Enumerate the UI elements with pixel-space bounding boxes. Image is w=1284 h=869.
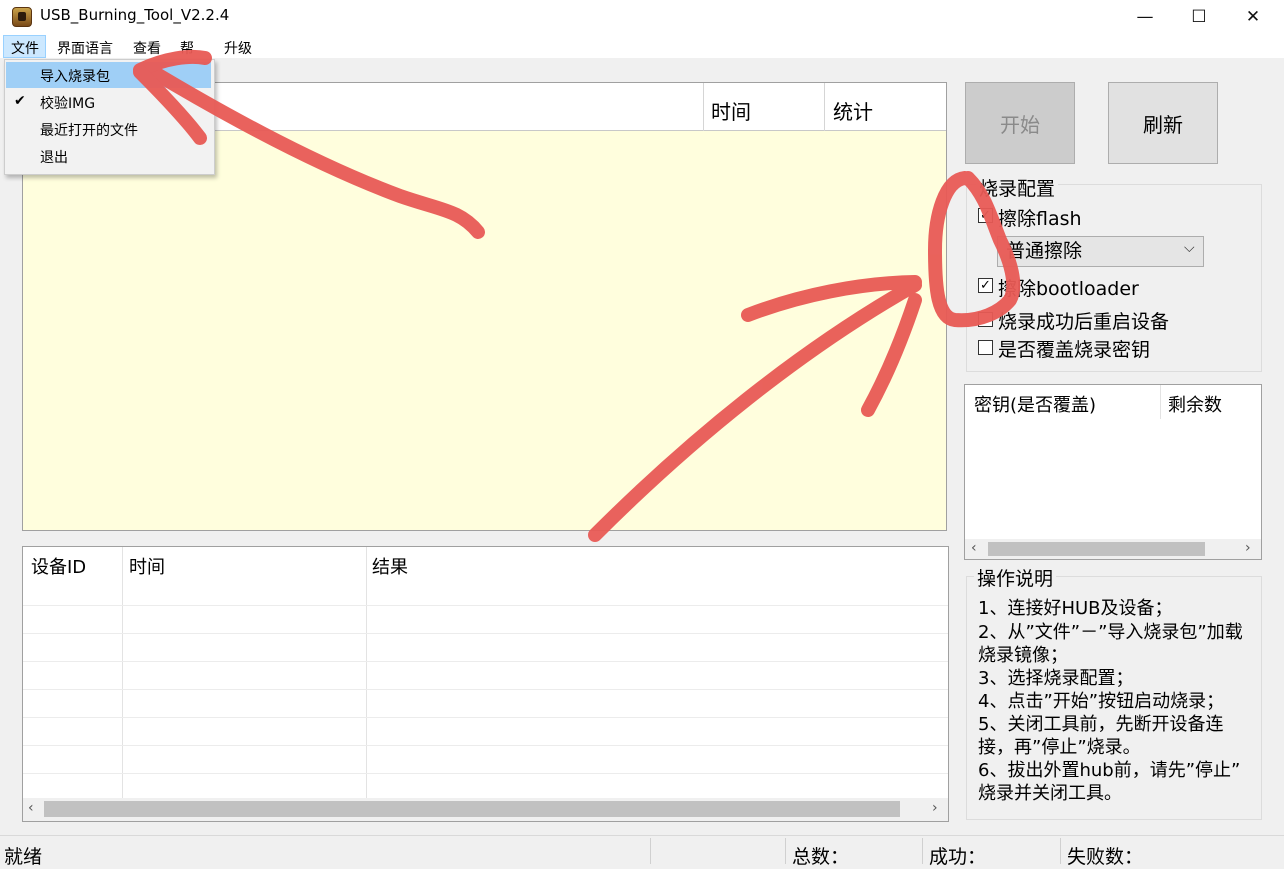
erase-flash-label[interactable]: 擦除flash xyxy=(998,204,1082,231)
grid-row-line xyxy=(23,689,948,690)
menu-item-import-package[interactable]: 导入烧录包 xyxy=(40,66,110,86)
status-separator xyxy=(922,838,923,864)
window-title: USB_Burning_Tool_V2.2.4 xyxy=(40,6,230,24)
key-header-remaining[interactable]: 剩余数 xyxy=(1168,391,1222,417)
menu-upgrade[interactable]: 升级 xyxy=(224,38,252,58)
grid-header-device-id[interactable]: 设备ID xyxy=(31,553,86,579)
scroll-right-icon[interactable]: › xyxy=(1245,540,1251,556)
overwrite-key-label[interactable]: 是否覆盖烧录密钥 xyxy=(998,335,1150,362)
column-header-stats[interactable]: 统计 xyxy=(833,96,873,125)
menu-language[interactable]: 界面语言 xyxy=(57,38,113,58)
grid-column-line xyxy=(122,547,123,798)
erase-bootloader-label[interactable]: 擦除bootloader xyxy=(998,274,1139,301)
help-line: 1、连接好HUB及设备； xyxy=(978,598,1173,619)
scroll-right-icon[interactable]: › xyxy=(932,800,938,816)
check-icon: ✓ xyxy=(980,208,991,223)
minimize-button[interactable]: — xyxy=(1118,0,1172,34)
grid-header-result[interactable]: 结果 xyxy=(372,553,408,579)
key-list-scroll-thumb[interactable] xyxy=(988,542,1205,556)
status-total: 总数： xyxy=(792,846,850,868)
grid-column-line xyxy=(366,547,367,798)
status-separator xyxy=(1060,838,1061,864)
status-success: 成功： xyxy=(929,846,987,868)
reboot-after-label[interactable]: 烧录成功后重启设备 xyxy=(998,307,1169,334)
reboot-after-checkbox[interactable] xyxy=(978,312,993,327)
menu-item-exit[interactable]: 退出 xyxy=(40,147,68,167)
scroll-left-icon[interactable]: ‹ xyxy=(28,800,34,816)
refresh-button[interactable]: 刷新 xyxy=(1108,82,1218,164)
menu-view[interactable]: 查看 xyxy=(133,38,161,58)
app-icon xyxy=(12,7,32,27)
menu-item-verify-img[interactable]: 校验IMG xyxy=(40,93,95,113)
scroll-left-icon[interactable]: ‹ xyxy=(971,540,977,556)
help-title: 操作说明 xyxy=(974,564,1057,591)
maximize-button[interactable]: ☐ xyxy=(1172,0,1226,34)
result-grid[interactable] xyxy=(22,546,949,822)
status-separator xyxy=(785,838,786,864)
key-header-key[interactable]: 密钥(是否覆盖) xyxy=(974,391,1096,417)
grid-scroll-thumb[interactable] xyxy=(44,801,900,817)
column-separator xyxy=(703,83,704,131)
status-separator xyxy=(650,838,651,864)
burn-config-title: 烧录配置 xyxy=(976,174,1059,201)
grid-header-time[interactable]: 时间 xyxy=(129,553,165,579)
close-button[interactable]: ✕ xyxy=(1226,0,1280,34)
column-header-time[interactable]: 时间 xyxy=(711,96,751,125)
grid-row-line xyxy=(23,773,948,774)
erase-bootloader-checkbox[interactable]: ✓ xyxy=(978,278,993,293)
menu-file[interactable]: 文件 xyxy=(11,38,39,58)
column-separator xyxy=(1160,385,1161,419)
erase-flash-checkbox[interactable]: ✓ xyxy=(978,208,993,223)
grid-row-line xyxy=(23,605,948,606)
status-failed: 失败数： xyxy=(1067,846,1144,868)
column-separator xyxy=(824,83,825,131)
grid-row-line xyxy=(23,717,948,718)
chevron-down-icon: ⌵ xyxy=(1184,240,1195,256)
grid-row-line xyxy=(23,661,948,662)
check-icon: ✔ xyxy=(14,93,26,109)
check-icon: ✓ xyxy=(980,278,991,293)
status-ready: 就绪 xyxy=(4,846,43,868)
help-line: 烧录并关闭工具。 xyxy=(978,783,1122,804)
grid-row-line xyxy=(23,745,948,746)
overwrite-key-checkbox[interactable] xyxy=(978,340,993,355)
grid-row-line xyxy=(23,633,948,634)
erase-mode-select[interactable]: 普通擦除 xyxy=(997,236,1204,267)
start-button[interactable]: 开始 xyxy=(965,82,1075,164)
menu-item-recent-files[interactable]: 最近打开的文件 xyxy=(40,120,138,140)
menu-help[interactable]: 帮 xyxy=(180,38,194,58)
